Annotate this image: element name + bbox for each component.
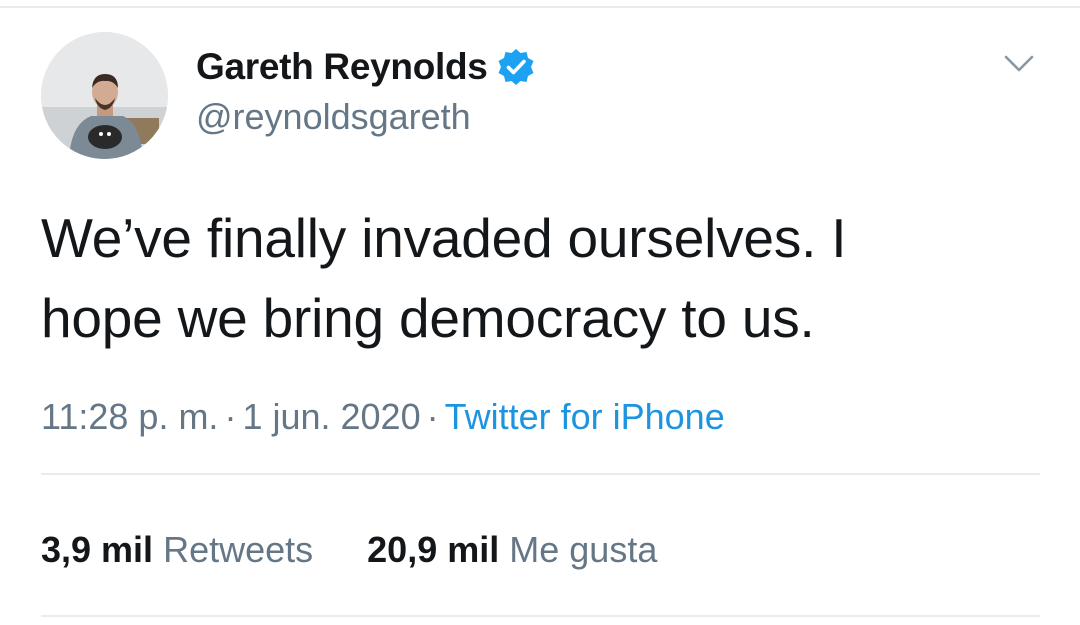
- tweet-text: We’ve finally invaded ourselves. I hope …: [41, 198, 1041, 358]
- author-handle[interactable]: @reynoldsgareth: [196, 96, 471, 138]
- tweet-metadata: 11:28 p. m. · 1 jun. 2020 · Twitter for iPho…: [41, 396, 725, 438]
- likes-label: Me gusta: [509, 529, 658, 570]
- chevron-down-icon[interactable]: [1000, 44, 1038, 82]
- author-name-row[interactable]: Gareth Reynolds: [196, 44, 536, 90]
- verified-badge-icon: [496, 47, 536, 87]
- retweets-label: Retweets: [163, 529, 314, 570]
- retweets-count: 3,9 mil: [41, 529, 154, 570]
- meta-separator: ·: [224, 396, 237, 437]
- divider: [41, 473, 1040, 475]
- author-display-name[interactable]: Gareth Reynolds: [196, 46, 488, 88]
- likes-count: 20,9 mil: [367, 529, 500, 570]
- divider: [41, 615, 1040, 617]
- engagement-stats: 3,9 mil Retweets 20,9 mil Me gusta: [41, 529, 711, 571]
- retweets-stat[interactable]: 3,9 mil Retweets: [41, 529, 313, 571]
- likes-stat[interactable]: 20,9 mil Me gusta: [367, 529, 657, 571]
- top-divider: [0, 6, 1080, 8]
- meta-separator: ·: [426, 396, 439, 437]
- tweet-time[interactable]: 11:28 p. m.: [41, 396, 218, 437]
- tweet-source-link[interactable]: Twitter for iPhone: [445, 396, 725, 437]
- avatar-photo-icon: [41, 32, 168, 159]
- tweet-text-line: We’ve finally invaded ourselves. I: [41, 207, 847, 269]
- avatar[interactable]: [41, 32, 168, 159]
- tweet-date[interactable]: 1 jun. 2020: [242, 396, 420, 437]
- tweet-text-line: hope we bring democracy to us.: [41, 287, 815, 349]
